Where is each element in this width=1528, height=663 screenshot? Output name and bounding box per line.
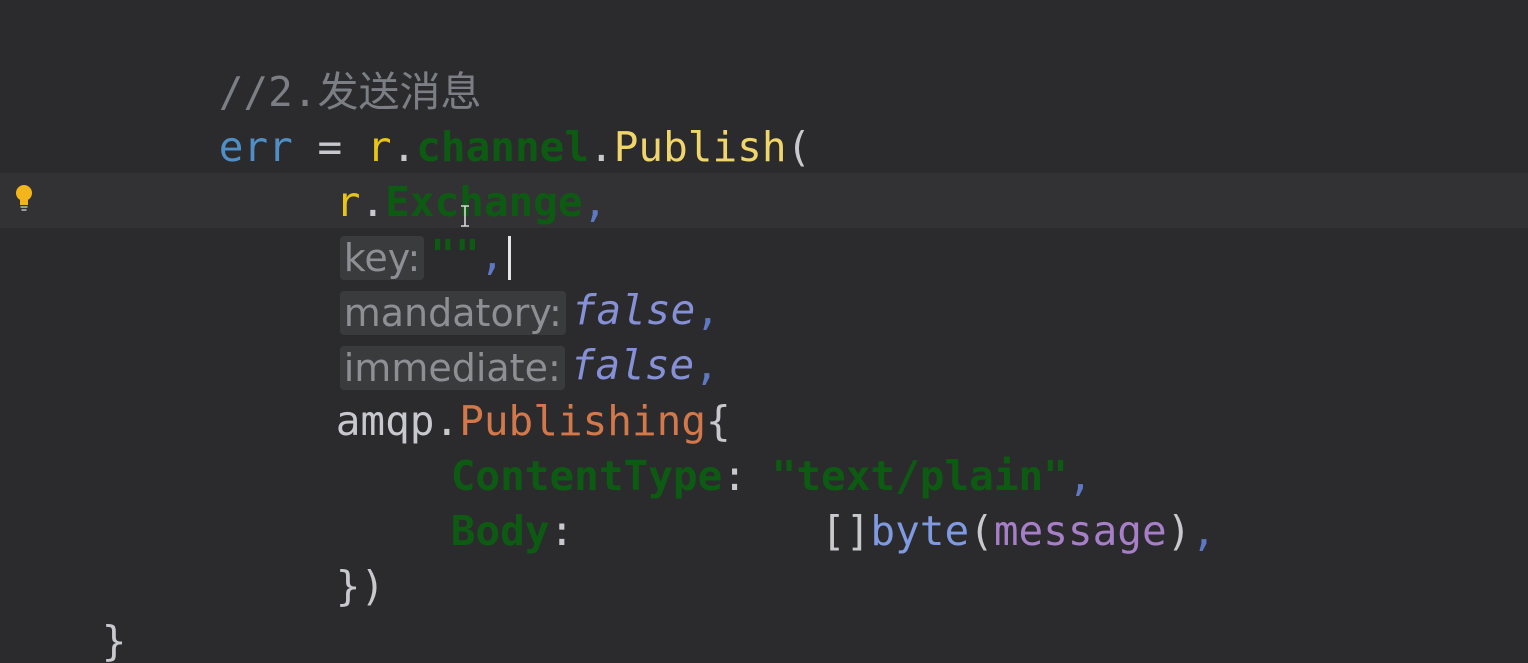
code-line-publish-call[interactable]: err = r.channel.Publish(	[120, 65, 811, 171]
comma: ,	[582, 178, 608, 226]
code-line-content-type[interactable]: ContentType: "text/plain",	[352, 394, 1093, 500]
publish-method: Publish	[613, 123, 787, 171]
close-brace-paren: })	[335, 562, 386, 610]
code-line-close-func[interactable]: }	[3, 559, 127, 663]
code-line-publishing-literal[interactable]: amqp.Publishing{	[237, 339, 731, 445]
code-line-immediate-arg[interactable]: immediate: false,	[241, 283, 719, 390]
code-line-mandatory-arg[interactable]: mandatory: false,	[241, 228, 720, 335]
code-line-body[interactable]: Body: []byte(message),	[352, 449, 1216, 555]
close-paren: )	[1166, 507, 1192, 555]
body-field: Body	[450, 507, 550, 555]
slice-brackets: []	[821, 507, 871, 555]
code-line-close-call[interactable]: })	[237, 504, 385, 610]
close-func-brace: }	[101, 617, 127, 663]
colon: :	[549, 507, 822, 555]
comma: ,	[1191, 507, 1217, 555]
code-line-comment[interactable]: //2.发送消息	[120, 10, 482, 116]
code-line-exchange-arg[interactable]: r.Exchange,	[237, 120, 608, 226]
open-paren: (	[786, 123, 812, 171]
byte-builtin: byte	[870, 507, 970, 555]
code-editor[interactable]: //2.发送消息 err = r.channel.Publish( r.Exch…	[0, 0, 1528, 663]
open-paren: (	[969, 507, 994, 555]
current-line-highlight	[0, 173, 1528, 228]
ibeam-cursor-icon	[461, 205, 469, 227]
lightbulb-icon[interactable]	[12, 182, 36, 214]
message-param: message	[993, 507, 1167, 555]
